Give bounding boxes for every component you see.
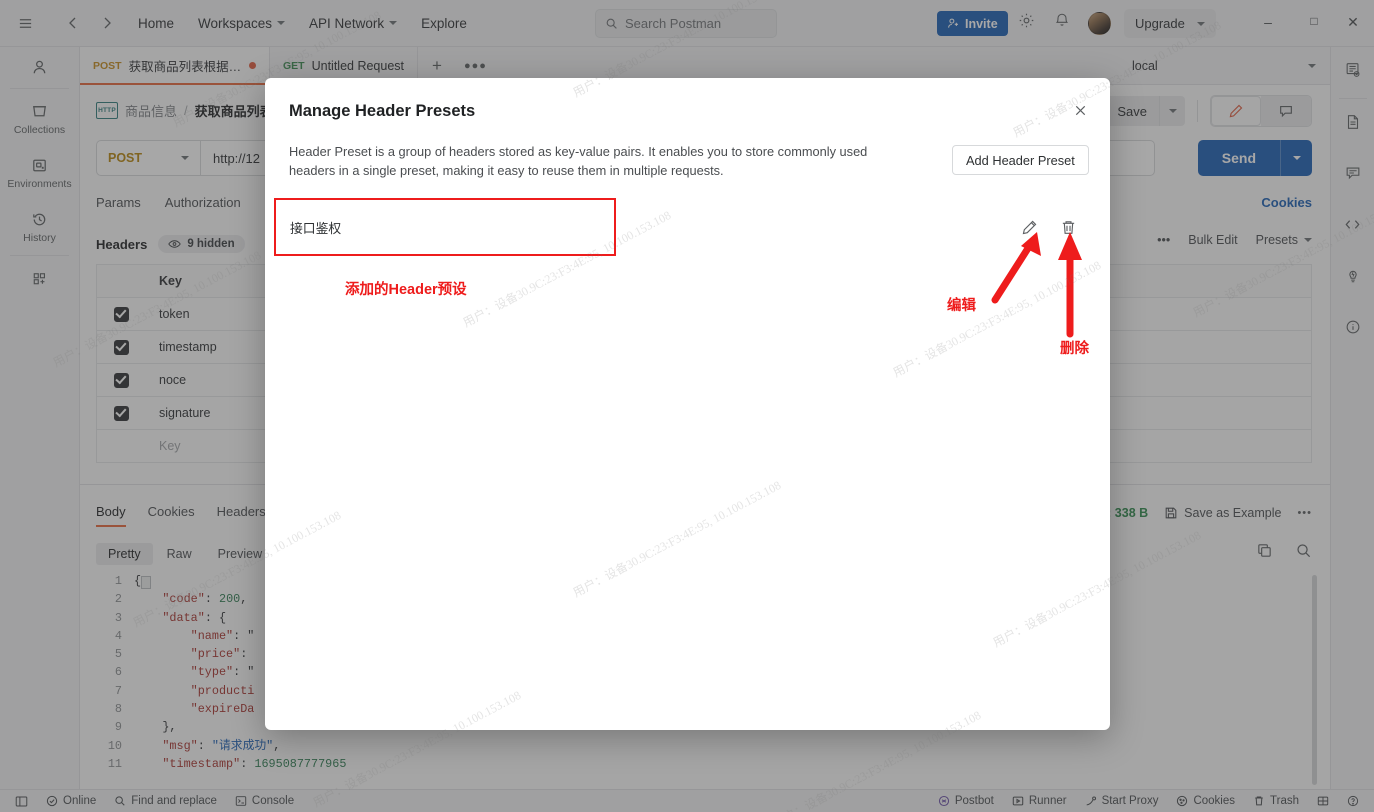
close-icon[interactable] (1070, 100, 1090, 120)
add-header-preset-label: Add Header Preset (966, 152, 1075, 168)
annotation-added-preset: 添加的Header预设 (345, 282, 467, 298)
header-preset-name: 接口鉴权 (290, 220, 342, 236)
header-preset-row[interactable]: 接口鉴权 (276, 200, 1099, 254)
add-header-preset-button[interactable]: Add Header Preset (952, 145, 1089, 175)
annotation-edit: 编辑 (947, 298, 976, 314)
trash-icon[interactable] (1060, 219, 1077, 236)
modal-description: Header Preset is a group of headers stor… (289, 144, 868, 178)
pencil-icon[interactable] (1021, 219, 1038, 236)
header-preset-actions (1021, 219, 1099, 236)
manage-header-presets-modal: Manage Header Presets Header Preset is a… (265, 78, 1110, 730)
modal-title: Manage Header Presets (289, 102, 476, 120)
postman-app-window: Home Workspaces API Network Explore Sear… (0, 0, 1374, 812)
annotation-delete: 删除 (1060, 341, 1089, 357)
